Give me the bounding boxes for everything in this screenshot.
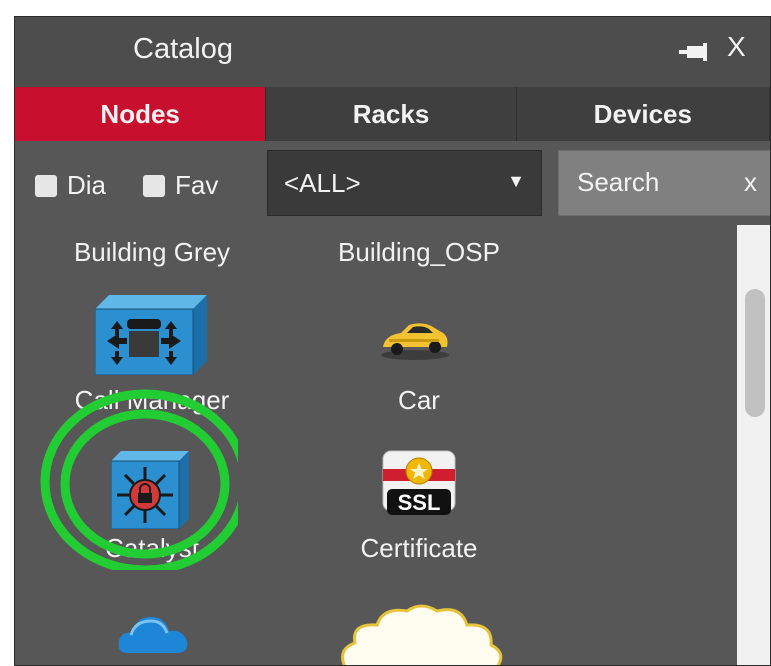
catalog-item-label[interactable]: Catalyst: [105, 533, 199, 564]
catalog-item-label[interactable]: Building_OSP: [338, 237, 500, 268]
catalog-tabs: Nodes Racks Devices: [15, 87, 770, 141]
search-clear-button[interactable]: x: [744, 167, 757, 198]
search-input[interactable]: Search x: [558, 150, 770, 216]
catalog-item-label[interactable]: Certificate: [360, 533, 477, 564]
catalog-item-label[interactable]: Building Grey: [74, 237, 230, 268]
fav-checkbox[interactable]: Fav: [143, 170, 218, 201]
fav-checkbox-box[interactable]: [143, 174, 165, 197]
catalyst-icon[interactable]: [111, 451, 189, 529]
catalog-item-label[interactable]: Call Manager: [75, 385, 230, 416]
dia-checkbox[interactable]: Dia: [35, 170, 106, 201]
type-select-value: <ALL>: [284, 168, 361, 198]
pin-icon[interactable]: [679, 43, 707, 61]
dropdown-arrow-icon[interactable]: ▼: [507, 171, 525, 192]
panel-title: Catalog: [133, 33, 233, 65]
ssl-certificate-icon[interactable]: SSL: [381, 447, 457, 521]
call-manager-icon[interactable]: [95, 295, 207, 375]
catalog-grid: Building Grey Building_OSP Call Manager …: [15, 225, 735, 666]
search-placeholder: Search: [577, 167, 660, 197]
svg-text:SSL: SSL: [398, 490, 441, 515]
tab-nodes[interactable]: Nodes: [15, 87, 267, 141]
panel-titlebar: Catalog X: [15, 17, 770, 87]
cloud-blue-icon[interactable]: [117, 609, 189, 657]
close-button[interactable]: X: [727, 31, 746, 63]
type-select[interactable]: <ALL> ▼: [267, 150, 542, 216]
scrollbar-thumb[interactable]: [745, 289, 765, 417]
catalog-panel: Catalog X Nodes Racks Devices Dia Fav <A…: [14, 16, 771, 666]
cloud-white-icon[interactable]: [337, 601, 503, 666]
tab-devices[interactable]: Devices: [516, 87, 770, 141]
filter-toolbar: Dia Fav <ALL> ▼ Search x: [15, 141, 770, 225]
car-icon[interactable]: [379, 321, 451, 361]
tab-racks[interactable]: Racks: [266, 87, 517, 141]
catalog-item-label[interactable]: Car: [398, 385, 440, 416]
dia-checkbox-box[interactable]: [35, 174, 57, 197]
dia-checkbox-label: Dia: [67, 170, 107, 200]
fav-checkbox-label: Fav: [175, 170, 219, 200]
scrollbar[interactable]: [737, 225, 770, 665]
